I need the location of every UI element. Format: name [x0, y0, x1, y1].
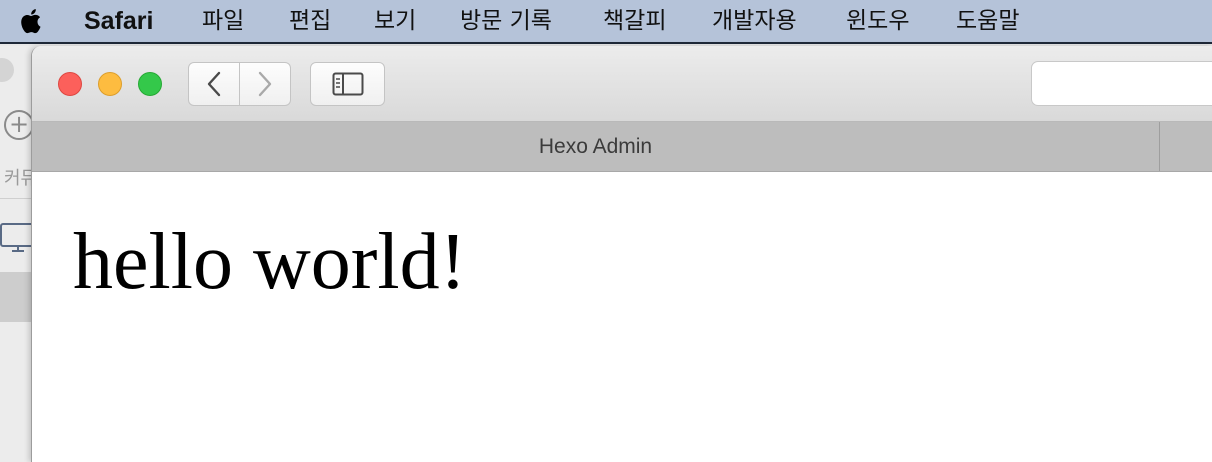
menu-item-help[interactable]: 도움말	[956, 0, 1019, 42]
menu-item-bookmarks[interactable]: 책갈피	[603, 0, 666, 42]
apple-icon[interactable]	[18, 6, 46, 36]
forward-chevron-icon	[258, 71, 272, 97]
menu-item-window[interactable]: 윈도우	[846, 0, 909, 42]
tab-hexo-admin[interactable]: Hexo Admin	[32, 122, 1159, 171]
add-icon[interactable]: +	[4, 110, 34, 140]
sidebar-icon	[332, 72, 363, 96]
close-window-button[interactable]	[58, 72, 82, 96]
browser-toolbar	[32, 46, 1212, 122]
back-button[interactable]	[188, 62, 240, 106]
forward-button[interactable]	[240, 62, 291, 106]
page-content: hello world!	[32, 172, 1212, 462]
minimize-window-button[interactable]	[98, 72, 122, 96]
sidebar-toggle-button[interactable]	[310, 62, 385, 106]
page-heading: hello world!	[73, 218, 467, 306]
menu-app-name[interactable]: Safari	[84, 0, 153, 42]
navigation-buttons	[188, 62, 291, 106]
back-chevron-icon	[207, 71, 221, 97]
tab-bar: Hexo Admin	[32, 122, 1212, 172]
menu-item-develop[interactable]: 개발자용	[712, 0, 797, 42]
menu-item-view[interactable]: 보기	[374, 0, 416, 42]
safari-window: Hexo Admin hello world!	[31, 46, 1212, 462]
menu-item-file[interactable]: 파일	[202, 0, 244, 42]
maximize-window-button[interactable]	[138, 72, 162, 96]
address-bar[interactable]	[1031, 61, 1212, 106]
menu-bar: Safari 파일 편집 보기 방문 기록 책갈피 개발자용 윈도우 도움말	[0, 0, 1212, 44]
monitor-icon	[0, 223, 34, 252]
menu-item-edit[interactable]: 편집	[289, 0, 331, 42]
menu-item-history[interactable]: 방문 기록	[460, 0, 552, 42]
tab-separator	[1159, 122, 1160, 171]
background-window-button[interactable]	[0, 58, 14, 82]
